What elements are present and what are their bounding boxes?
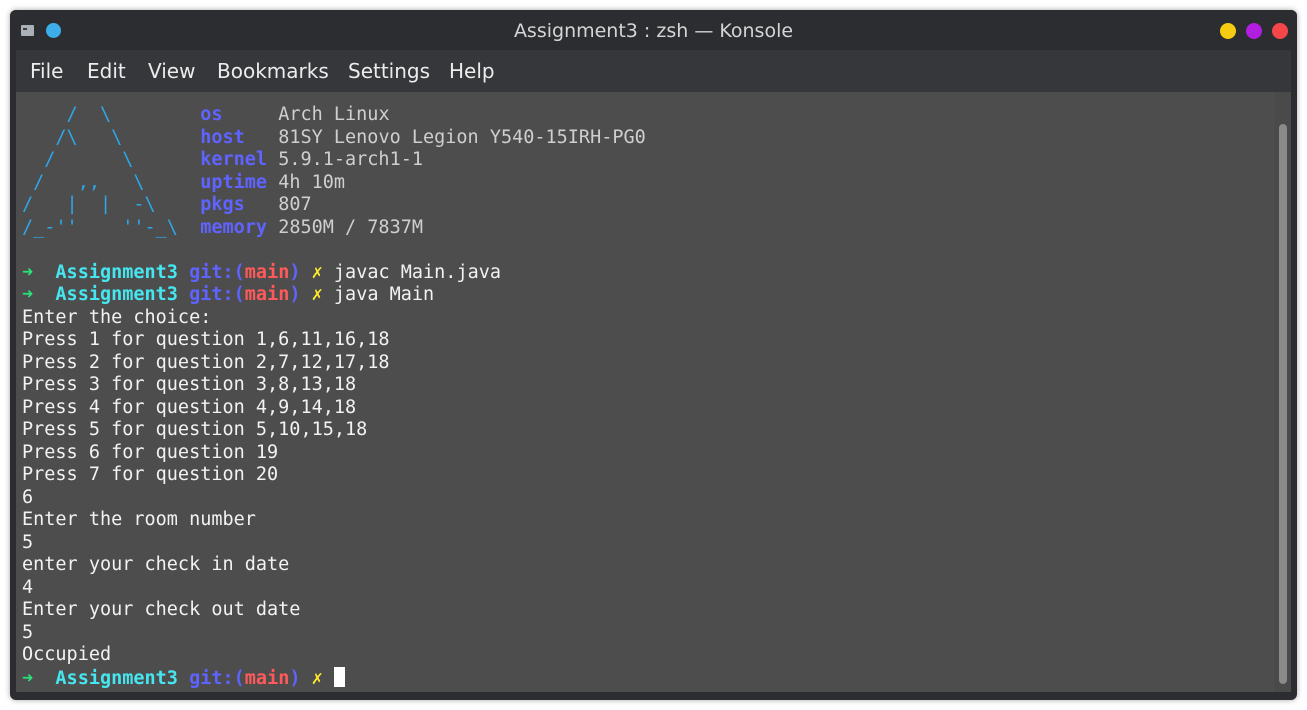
prompt-line: ➜ Assignment3 git:(main) ✗	[22, 666, 1262, 690]
prompt-directory: Assignment3	[55, 284, 178, 305]
output-line: Enter your check out date	[22, 599, 301, 620]
prompt-line: ➜ Assignment3 git:(main) ✗ java Main	[22, 284, 1262, 307]
info-value: 5.9.1-arch1-1	[278, 149, 423, 170]
info-value: 4h 10m	[278, 171, 346, 193]
fetch-line: / \ os Arch Linux	[22, 104, 1262, 127]
maximize-button[interactable]	[1246, 23, 1262, 39]
fetch-line: /_-'' ''-_\ memory 2850M / 7837M	[22, 217, 1262, 240]
prompt-git-suffix: )	[289, 284, 301, 305]
fetch-line: / | | -\ pkgs 807	[22, 194, 1262, 217]
prompt-git-prefix: git:(	[189, 667, 245, 689]
prompt-directory: Assignment3	[55, 667, 178, 689]
output-line: 6	[22, 486, 34, 508]
prompt-directory: Assignment3	[55, 261, 178, 283]
prompt-git-suffix: )	[289, 667, 301, 689]
ascii-art: / | | -\	[22, 194, 167, 215]
prompt-branch: main	[244, 667, 290, 689]
title-bar[interactable]: Assignment3 : zsh — Konsole	[10, 10, 1297, 50]
prompt-git-suffix: )	[289, 261, 301, 283]
prompt-line: ➜ Assignment3 git:(main) ✗ javac Main.ja…	[22, 262, 1262, 285]
output-line: Enter the choice:	[22, 306, 212, 328]
prompt-arrow-icon: ➜	[22, 284, 34, 305]
fetch-line: / ,, \ uptime 4h 10m	[22, 172, 1262, 195]
dirty-mark-icon: ✗	[311, 667, 323, 689]
info-label: host	[200, 126, 245, 148]
ascii-art: /_-'' ''-_\	[22, 216, 178, 238]
command-text: java Main	[333, 284, 435, 305]
prompt-branch: main	[244, 284, 290, 305]
output-line: 4	[22, 576, 34, 598]
command-text: javac Main.java	[333, 261, 501, 283]
output-line: Press 3 for question 3,8,13,18	[22, 374, 357, 395]
info-label: kernel	[200, 149, 268, 170]
output-line: enter your check in date	[22, 554, 290, 575]
ascii-art: / \	[22, 149, 156, 170]
info-value: Arch Linux	[278, 104, 390, 125]
output-line: Press 6 for question 19	[22, 441, 279, 463]
fetch-line: /\ \ host 81SY Lenovo Legion Y540-15IRH-…	[22, 127, 1262, 150]
info-value: 807	[278, 194, 312, 215]
info-value: 81SY Lenovo Legion Y540-15IRH-PG0	[278, 126, 646, 148]
prompt-arrow-icon: ➜	[22, 667, 34, 689]
ascii-art: / \	[22, 104, 156, 125]
fetch-line: / \ kernel 5.9.1-arch1-1	[22, 149, 1262, 172]
info-value: 2850M / 7837M	[278, 216, 423, 238]
ascii-art: /\ \	[22, 126, 156, 148]
dirty-mark-icon: ✗	[311, 284, 323, 305]
info-label: pkgs	[200, 194, 245, 215]
konsole-window: Assignment3 : zsh — Konsole File Edit Vi…	[10, 10, 1297, 700]
output-line: Press 1 for question 1,6,11,16,18	[22, 329, 390, 350]
output-line: Press 4 for question 4,9,14,18	[22, 396, 357, 418]
ascii-art: / ,, \	[22, 171, 156, 193]
terminal-area[interactable]: / \ os Arch Linux /\ \ host 81SY Lenovo …	[16, 92, 1291, 692]
output-line: Occupied	[22, 644, 112, 665]
prompt-branch: main	[244, 261, 290, 283]
prompt-arrow-icon: ➜	[22, 261, 34, 283]
output-line: 5	[22, 621, 34, 643]
minimize-button[interactable]	[1220, 23, 1236, 39]
output-line: 5	[22, 531, 34, 553]
info-label: uptime	[200, 171, 268, 193]
vertical-scrollbar[interactable]	[1274, 92, 1291, 692]
output-line: Press 2 for question 2,7,12,17,18	[22, 351, 390, 373]
output-line: Press 7 for question 20	[22, 464, 279, 485]
text-cursor[interactable]	[333, 666, 345, 687]
dirty-mark-icon: ✗	[311, 261, 323, 283]
window-title: Assignment3 : zsh — Konsole	[513, 20, 794, 42]
prompt-git-prefix: git:(	[189, 284, 245, 305]
close-button[interactable]	[1272, 23, 1288, 39]
output-line: Enter the room number	[22, 509, 256, 530]
terminal-output: / \ os Arch Linux /\ \ host 81SY Lenovo …	[22, 104, 1262, 689]
prompt-git-prefix: git:(	[189, 261, 245, 283]
output-line: Press 5 for question 5,10,15,18	[22, 419, 368, 440]
info-label: memory	[200, 216, 268, 238]
scrollbar-thumb[interactable]	[1279, 124, 1287, 684]
info-label: os	[200, 104, 223, 125]
